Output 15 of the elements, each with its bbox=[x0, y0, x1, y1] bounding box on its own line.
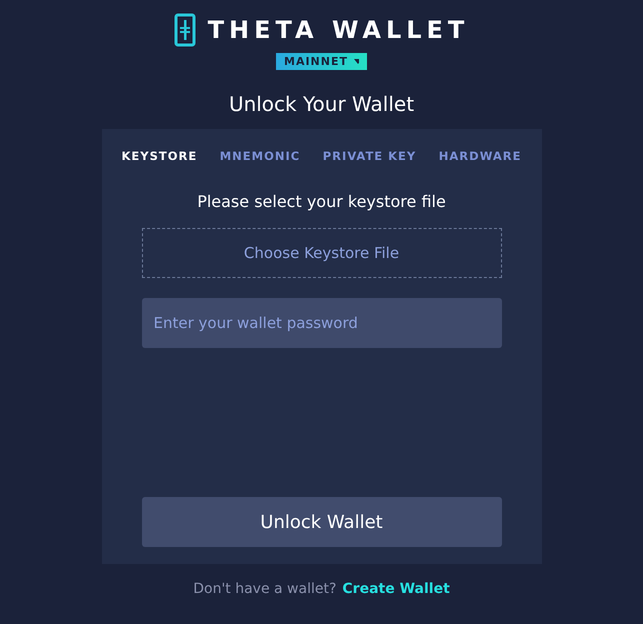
caret-icon bbox=[354, 59, 359, 64]
logo-text: THETA WALLET bbox=[208, 18, 470, 42]
unlock-button[interactable]: Unlock Wallet bbox=[142, 497, 502, 547]
password-field[interactable]: Enter your wallet password bbox=[142, 298, 502, 348]
tab[interactable]: MNEMONIC bbox=[220, 148, 300, 162]
prompt-text: Please select your keystore file bbox=[197, 192, 446, 212]
footer-text: Don't have a wallet? bbox=[193, 580, 336, 598]
choose-file-button[interactable]: Choose Keystore File bbox=[142, 228, 502, 278]
tab[interactable]: PRIVATE KEY bbox=[322, 148, 416, 162]
page-title: Unlock Your Wallet bbox=[228, 92, 414, 116]
tab[interactable]: HARDWARE bbox=[438, 148, 522, 162]
create-wallet-link[interactable]: Create Wallet bbox=[342, 580, 450, 598]
logo-icon bbox=[174, 13, 196, 47]
tab[interactable]: KEYSTORE bbox=[122, 148, 198, 162]
network-dropdown[interactable]: MAINNET bbox=[276, 53, 367, 70]
